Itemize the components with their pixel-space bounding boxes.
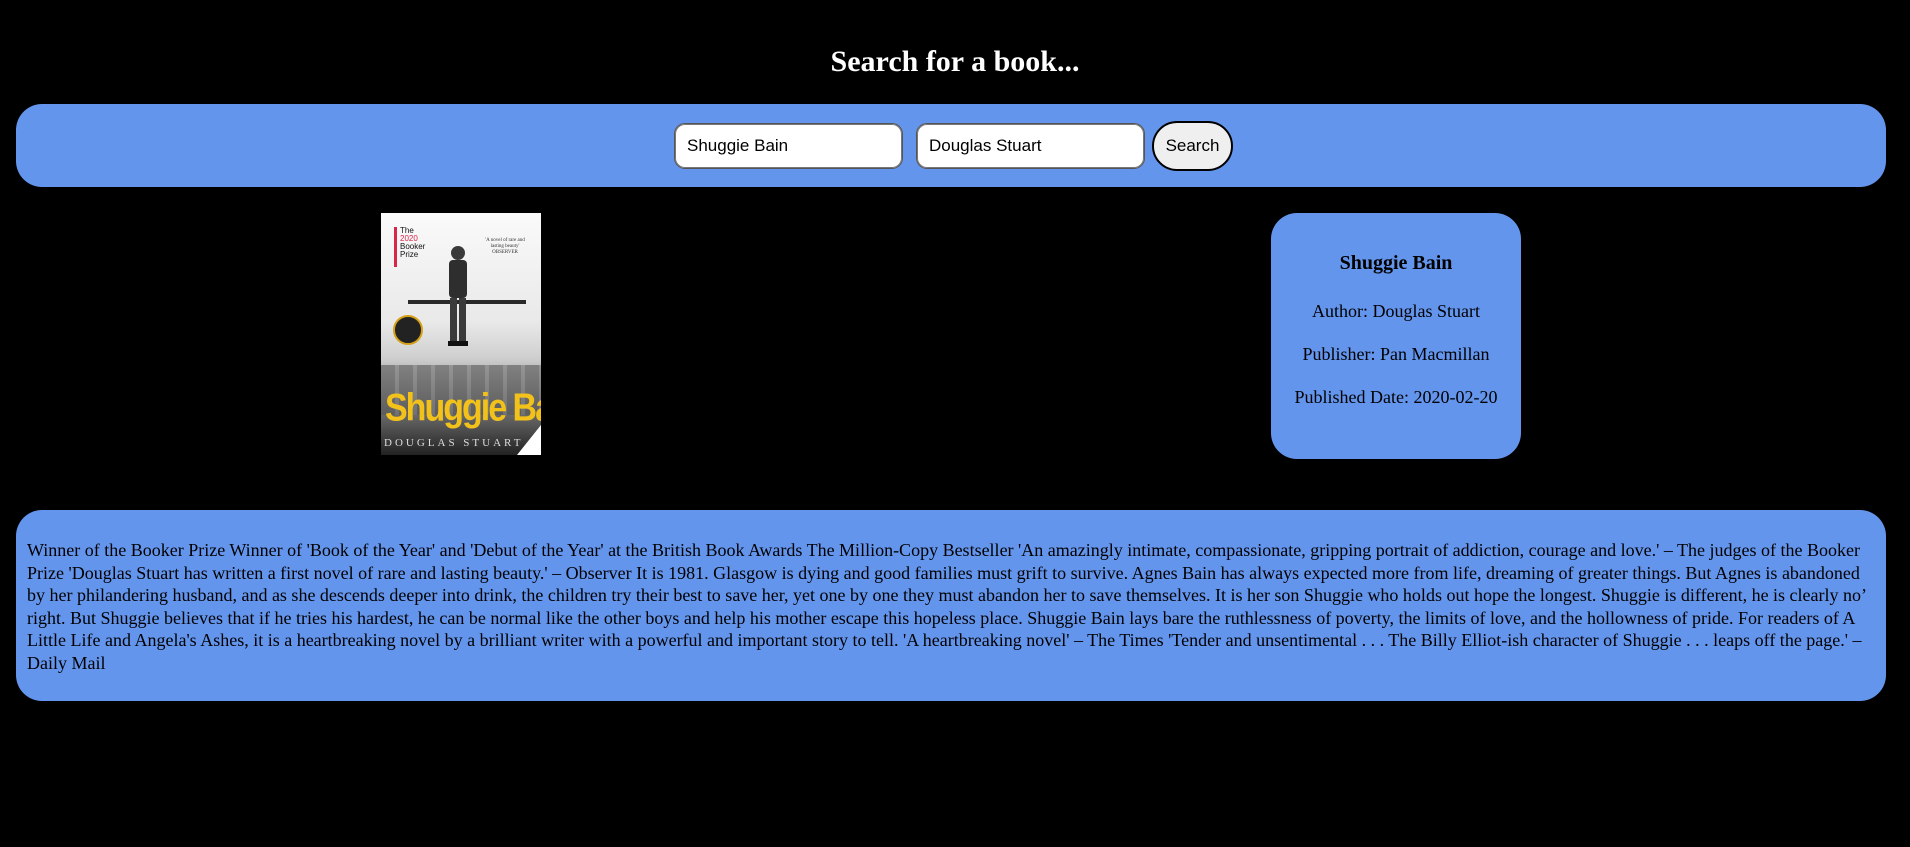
award-medal-icon bbox=[393, 315, 423, 345]
search-button[interactable]: Search bbox=[1152, 121, 1233, 171]
search-bar: Search bbox=[16, 104, 1886, 187]
title-search-input[interactable] bbox=[674, 123, 903, 169]
book-publisher: Publisher: Pan Macmillan bbox=[1302, 344, 1490, 364]
cover-quote: 'A novel of rare and lasting beauty' OBS… bbox=[485, 238, 525, 255]
book-author: Author: Douglas Stuart bbox=[1312, 301, 1480, 321]
cover-author: DOUGLAS STUART bbox=[384, 437, 524, 449]
page-curl-icon bbox=[517, 425, 541, 455]
book-title: Shuggie Bain bbox=[1339, 252, 1453, 274]
cover-boy-figure bbox=[448, 246, 468, 346]
book-description: Winner of the Booker Prize Winner of 'Bo… bbox=[27, 540, 1866, 673]
book-cover-image: The 2020 Booker Prize 'A novel of rare a… bbox=[381, 213, 541, 455]
book-published-date: Published Date: 2020-02-20 bbox=[1294, 387, 1498, 407]
page-title: Search for a book... bbox=[830, 45, 1080, 78]
book-info-card: Shuggie Bain Author: Douglas Stuart Publ… bbox=[1271, 213, 1521, 459]
booker-prize-badge: The 2020 Booker Prize bbox=[394, 227, 438, 267]
author-search-input[interactable] bbox=[916, 123, 1145, 169]
book-description-box: Winner of the Booker Prize Winner of 'Bo… bbox=[16, 510, 1886, 701]
